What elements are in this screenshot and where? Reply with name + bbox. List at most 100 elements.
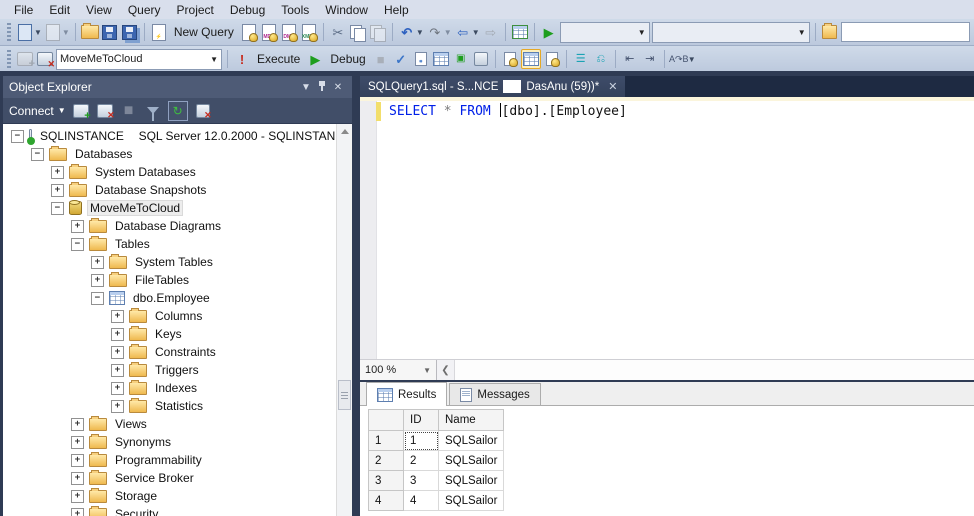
debug-icon[interactable]: ▶	[306, 50, 324, 68]
tree-item-label[interactable]: SQLINSTANCE	[37, 128, 127, 144]
menu-project[interactable]: Project	[169, 1, 222, 19]
collapse-icon[interactable]: −	[91, 292, 104, 305]
tree-item-keys[interactable]: + Keys	[3, 325, 352, 343]
collapse-icon[interactable]: −	[51, 202, 64, 215]
document-tab[interactable]: SQLQuery1.sql - S...NCE DasAnu (59))* ✕	[360, 76, 625, 97]
navigate-backward-icon[interactable]: ⇦	[454, 23, 472, 41]
change-connection-icon[interactable]	[36, 50, 54, 68]
new-query-icon[interactable]: ⚡	[150, 23, 168, 41]
expand-icon[interactable]: +	[71, 454, 84, 467]
query-editor[interactable]: SELECT * FROM [dbo].[Employee]	[360, 101, 974, 359]
menu-edit[interactable]: Edit	[41, 1, 78, 19]
tree-item-service-broker[interactable]: + Service Broker	[3, 469, 352, 487]
tree-item-label[interactable]: Statistics	[152, 398, 206, 414]
scroll-up-icon[interactable]	[337, 124, 352, 139]
expand-icon[interactable]: +	[71, 490, 84, 503]
tree-item-columns[interactable]: +Columns	[3, 307, 352, 325]
tree-item-triggers[interactable]: +Triggers	[3, 361, 352, 379]
expand-icon[interactable]: +	[111, 364, 124, 377]
grid-cell[interactable]: SQLSailor	[439, 431, 504, 451]
filter-icon[interactable]	[144, 102, 162, 120]
expand-icon[interactable]: +	[91, 256, 104, 269]
tree-item-views[interactable]: + Views	[3, 415, 352, 433]
grid-cell[interactable]: 4	[404, 491, 439, 511]
toolbar-overflow-icon[interactable]: ▼	[688, 55, 696, 64]
debug-start-icon[interactable]: ▶	[540, 23, 558, 41]
expand-icon[interactable]: +	[71, 472, 84, 485]
tree-item-statistics[interactable]: + Statistics	[3, 397, 352, 415]
menu-view[interactable]: View	[78, 1, 120, 19]
expand-icon[interactable]: +	[51, 184, 64, 197]
results-to-grid-icon[interactable]	[521, 49, 541, 69]
save-icon[interactable]	[101, 23, 119, 41]
undo-icon[interactable]: ↶	[398, 23, 416, 41]
collapse-icon[interactable]: −	[31, 148, 44, 161]
tab-close-icon[interactable]: ✕	[608, 80, 617, 93]
tree-item-label[interactable]: System Tables	[132, 254, 216, 270]
tree-item-label[interactable]: Databases	[72, 146, 135, 162]
new-query-button[interactable]: New Query	[170, 25, 238, 39]
client-statistics-icon[interactable]	[472, 50, 490, 68]
debug-button[interactable]: Debug	[326, 52, 369, 66]
grid-corner-header[interactable]	[369, 410, 404, 431]
tree-item-label[interactable]: Synonyms	[112, 434, 174, 450]
chevron-down-icon[interactable]: ▼	[416, 28, 424, 37]
grid-cell[interactable]: SQLSailor	[439, 451, 504, 471]
grid-cell[interactable]: 1	[404, 431, 439, 451]
expand-icon[interactable]: +	[71, 220, 84, 233]
tree-item-tables[interactable]: −Tables	[3, 235, 352, 253]
tree-item-label[interactable]: Indexes	[152, 380, 200, 396]
tree-item-label[interactable]: FileTables	[132, 272, 192, 288]
tree-item-storage[interactable]: + Storage	[3, 487, 352, 505]
menu-file[interactable]: File	[6, 1, 41, 19]
tree-item-label[interactable]: Constraints	[152, 344, 219, 360]
chevron-down-icon[interactable]: ▼	[472, 28, 480, 37]
menu-debug[interactable]: Debug	[222, 1, 273, 19]
tree-item-label[interactable]: Columns	[152, 308, 205, 324]
grid-column-header-name[interactable]: Name	[439, 410, 504, 431]
estimated-plan-icon[interactable]: ⌗	[412, 50, 430, 68]
expand-icon[interactable]: +	[111, 400, 124, 413]
connect-button[interactable]: Connect▼	[9, 104, 66, 118]
tree-item-label[interactable]: Database Diagrams	[112, 218, 224, 234]
disconnect-server-icon[interactable]	[96, 102, 114, 120]
mdx-query-icon[interactable]: MDX	[260, 23, 278, 41]
expand-icon[interactable]: +	[51, 166, 64, 179]
tree-item-security[interactable]: +Security	[3, 505, 352, 516]
tree-item-label[interactable]: Views	[112, 416, 150, 432]
expand-icon[interactable]: +	[71, 418, 84, 431]
zoom-combobox[interactable]: 100 %▼	[360, 360, 437, 380]
toolbar-grip[interactable]	[7, 50, 11, 68]
activity-monitor-icon[interactable]	[511, 23, 529, 41]
grid-cell[interactable]: 3	[404, 471, 439, 491]
find-in-files-icon[interactable]	[821, 23, 839, 41]
tree-item-sqlinstance[interactable]: −SQLINSTANCESQL Server 12.0.2000 - SQLIN…	[3, 127, 352, 145]
tree-item-indexes[interactable]: +Indexes	[3, 379, 352, 397]
dmx-query-icon[interactable]: DMX	[280, 23, 298, 41]
tree-item-synonyms[interactable]: +Synonyms	[3, 433, 352, 451]
tree-item-label[interactable]: Storage	[112, 488, 160, 504]
intellisense-icon[interactable]: ▣	[452, 50, 470, 68]
expand-icon[interactable]: +	[91, 274, 104, 287]
execute-icon[interactable]: !	[233, 50, 251, 68]
tree-item-label[interactable]: Database Snapshots	[92, 182, 209, 198]
tree-item-database-snapshots[interactable]: + Database Snapshots	[3, 181, 352, 199]
tree-item-label[interactable]: MoveMeToCloud	[87, 200, 183, 216]
grid-row-header[interactable]: 3	[369, 471, 404, 491]
cut-icon[interactable]: ✂	[329, 23, 347, 41]
uncomment-icon[interactable]: ⎌	[592, 50, 610, 68]
menu-tools[interactable]: Tools	[273, 1, 317, 19]
toolbar-grip[interactable]	[7, 23, 11, 41]
grid-row-header[interactable]: 2	[369, 451, 404, 471]
tree-item-programmability[interactable]: + Programmability	[3, 451, 352, 469]
debug-thread-combobox[interactable]: ▼	[652, 22, 810, 43]
find-combobox[interactable]	[841, 22, 970, 42]
tree-item-label[interactable]: Keys	[152, 326, 185, 342]
tree-item-label[interactable]: Programmability	[112, 452, 205, 468]
expand-icon[interactable]: +	[111, 328, 124, 341]
scrollbar-thumb[interactable]	[338, 380, 351, 410]
tree-item-label[interactable]: Tables	[112, 236, 153, 252]
tree-item-constraints[interactable]: +Constraints	[3, 343, 352, 361]
parse-icon[interactable]: ✓	[392, 50, 410, 68]
tree-item-label[interactable]: Service Broker	[112, 470, 197, 486]
